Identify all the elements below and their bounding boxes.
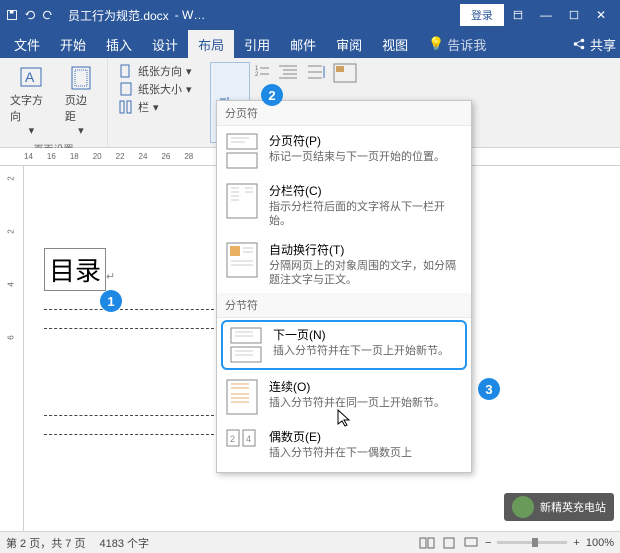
view-web-icon[interactable] [463, 536, 479, 550]
position-button[interactable] [332, 62, 358, 84]
menu-item-page-break[interactable]: 分页符(P)标记一页结束与下一页开始的位置。 [217, 126, 471, 176]
mouse-cursor-icon [336, 408, 352, 428]
close-icon[interactable]: ✕ [588, 8, 614, 22]
chevron-down-icon: ▾ [186, 83, 192, 96]
view-print-icon[interactable] [441, 536, 457, 550]
tab-references[interactable]: 引用 [234, 30, 280, 58]
maximize-icon[interactable] [560, 9, 588, 21]
text-direction-button[interactable]: A 文字方向 ▾ [6, 62, 57, 139]
zoom-out-button[interactable]: − [485, 537, 491, 549]
lightbulb-icon: 💡 [428, 36, 444, 52]
document-title: 员工行为规范.docx [68, 7, 169, 24]
tab-mailings[interactable]: 邮件 [280, 30, 326, 58]
size-button[interactable]: 纸张大小▾ [114, 80, 202, 98]
status-word-count[interactable]: 4183 个字 [99, 535, 149, 551]
chevron-down-icon: ▾ [29, 124, 35, 137]
ribbon-tabs: 文件 开始 插入 设计 布局 引用 邮件 审阅 视图 💡 告诉我 共享 [0, 30, 620, 58]
minimize-icon[interactable]: — [532, 8, 560, 22]
chevron-down-icon: ▾ [186, 65, 192, 78]
page-break-line [44, 309, 214, 310]
ribbon-options-icon[interactable] [504, 9, 532, 21]
page-break-line [44, 328, 214, 329]
chevron-down-icon: ▾ [153, 101, 159, 114]
svg-text:2: 2 [230, 434, 235, 444]
title-bar: 员工行为规范.docx - W… 登录 — ✕ [0, 0, 620, 30]
watermark-label: 新精英充电站 [504, 493, 614, 521]
svg-text:4: 4 [246, 434, 251, 444]
avatar-icon [512, 496, 534, 518]
share-button[interactable]: 共享 [572, 30, 616, 58]
tab-view[interactable]: 视图 [372, 30, 418, 58]
margins-button[interactable]: 页边距 ▾ [61, 62, 101, 139]
zoom-level[interactable]: 100% [586, 537, 614, 549]
page-break-line [44, 434, 214, 435]
callout-badge-3: 3 [478, 378, 500, 400]
zoom-in-button[interactable]: + [573, 537, 579, 549]
svg-text:2: 2 [255, 72, 259, 78]
save-icon[interactable] [6, 9, 18, 21]
share-icon [572, 37, 586, 51]
menu-item-next-page[interactable]: 下一页(N)插入分节符并在下一页上开始新节。 [221, 320, 467, 370]
status-bar: 第 2 页，共 7 页 4183 个字 − + 100% [0, 531, 620, 553]
app-name: - W… [175, 8, 206, 22]
chevron-down-icon: ▾ [78, 124, 84, 137]
toc-heading[interactable]: 目录 [44, 248, 106, 291]
menu-item-column-break[interactable]: 分栏符(C)指示分栏符后面的文字将从下一栏开始。 [217, 176, 471, 235]
document-page[interactable]: 目录↵ [44, 178, 214, 453]
menu-item-text-wrapping[interactable]: 自动换行符(T)分隔网页上的对象周围的文字，如分隔题注文字与正文。 [217, 235, 471, 294]
tab-file[interactable]: 文件 [4, 30, 50, 58]
undo-icon[interactable] [24, 9, 36, 21]
tab-tell-me[interactable]: 💡 告诉我 [418, 30, 496, 58]
tab-review[interactable]: 审阅 [326, 30, 372, 58]
tab-home[interactable]: 开始 [50, 30, 96, 58]
login-button[interactable]: 登录 [460, 4, 504, 26]
tab-design[interactable]: 设计 [142, 30, 188, 58]
orientation-button[interactable]: 纸张方向▾ [114, 62, 202, 80]
tab-insert[interactable]: 插入 [96, 30, 142, 58]
callout-badge-2: 2 [261, 84, 283, 106]
dropdown-section-section-breaks: 分节符 [217, 293, 471, 318]
tab-layout[interactable]: 布局 [188, 30, 234, 58]
dropdown-section-page-breaks: 分页符 [217, 101, 471, 126]
columns-button[interactable]: 栏▾ [114, 98, 202, 116]
redo-icon[interactable] [42, 9, 54, 21]
view-read-icon[interactable] [419, 536, 435, 550]
status-page[interactable]: 第 2 页，共 7 页 [6, 535, 85, 551]
svg-text:A: A [25, 69, 35, 85]
page-break-line [44, 415, 214, 416]
callout-badge-1: 1 [100, 290, 122, 312]
vertical-ruler[interactable]: 2246 [0, 166, 24, 531]
zoom-slider[interactable] [497, 541, 567, 544]
menu-item-even-page[interactable]: 24 偶数页(E)插入分节符并在下一偶数页上 [217, 422, 471, 472]
